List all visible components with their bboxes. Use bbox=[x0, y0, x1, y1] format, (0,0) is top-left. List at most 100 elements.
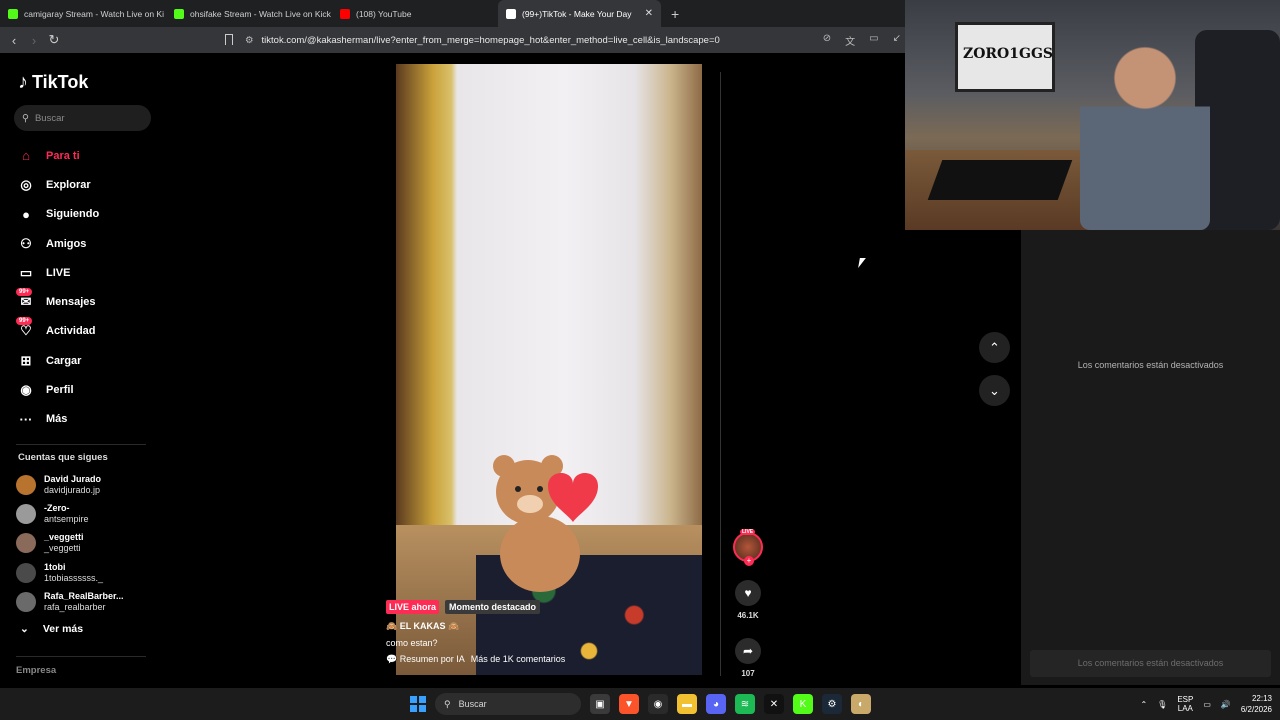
followed-account[interactable]: 1tobi 1tobiassssss._ bbox=[16, 558, 156, 587]
comments-disabled-message: Los comentarios están desactivados bbox=[1077, 360, 1224, 370]
notification-badge: 99+ bbox=[16, 317, 33, 326]
taskbar-apps: ▣ ▼ ◉ ▬ ◕ ≋ ✕ K ⚙ ◐ bbox=[590, 694, 871, 714]
nav-item-live[interactable]: ▭ LIVE bbox=[16, 258, 156, 287]
app-icon[interactable]: ◐ bbox=[851, 694, 871, 714]
brave-icon[interactable]: ▼ bbox=[619, 694, 639, 714]
nav-item-explorar[interactable]: ◎ Explorar bbox=[16, 170, 156, 199]
bookmark-icon[interactable] bbox=[225, 34, 233, 45]
clock[interactable]: 22:13 6/2/2026 bbox=[1241, 693, 1272, 715]
eye-off-icon[interactable]: ⊘ bbox=[823, 33, 831, 48]
highlight-badge[interactable]: Momento destacado bbox=[445, 600, 541, 614]
live-now-badge[interactable]: LIVE ahora bbox=[386, 600, 440, 614]
cast-icon[interactable]: ▭ bbox=[869, 33, 878, 48]
discord-icon[interactable]: ◕ bbox=[706, 694, 726, 714]
microphone-icon[interactable]: 🎙 bbox=[1157, 700, 1167, 709]
nav-label: Actividad bbox=[46, 325, 96, 338]
nav-item-para-ti[interactable]: ⌂ Para ti bbox=[16, 141, 156, 170]
kick-icon[interactable]: K bbox=[793, 694, 813, 714]
live-tag: LIVE bbox=[740, 529, 756, 535]
avatar bbox=[16, 474, 36, 495]
account-text: -Zero-antsempire bbox=[44, 503, 89, 525]
messages-icon: ✉ 99+ bbox=[16, 288, 36, 312]
streamer-avatar[interactable]: LIVE + bbox=[733, 529, 763, 566]
nav-item-siguiendo[interactable]: ● Siguiendo bbox=[16, 200, 156, 229]
reload-icon[interactable]: ↻ bbox=[44, 32, 64, 48]
video-scrollbar[interactable] bbox=[720, 72, 721, 676]
browser-tab[interactable]: ohsifake Stream - Watch Live on Kick bbox=[166, 0, 332, 27]
chevron-up-icon[interactable]: ⌃ bbox=[1140, 700, 1147, 709]
tab-favicon-icon bbox=[506, 8, 516, 19]
lang-top: ESP bbox=[1177, 695, 1194, 704]
ai-summary[interactable]: 💬 Resumen por IA Más de 1K comentarios bbox=[386, 654, 716, 665]
account-name: David Jurado bbox=[44, 473, 102, 484]
address-bar[interactable]: ⚙ tiktok.com/@kakasherman/live?enter_fro… bbox=[245, 31, 905, 49]
nav-label: Amigos bbox=[46, 237, 87, 250]
home-icon: ⌂ bbox=[22, 148, 30, 164]
tab-title: camigaray Stream - Watch Live on Ki bbox=[24, 8, 164, 19]
back-icon[interactable]: ‹ bbox=[4, 33, 24, 48]
browser-tab[interactable]: camigaray Stream - Watch Live on Ki bbox=[0, 0, 166, 27]
followed-account[interactable]: David Jurado davidjurado.jp bbox=[16, 470, 156, 499]
previous-video-button[interactable]: ⌃ bbox=[979, 332, 1010, 363]
tiktok-note-icon: ♪ bbox=[18, 71, 28, 93]
share-button[interactable]: ➦ bbox=[735, 638, 761, 664]
nav-item-perfil[interactable]: ◉ Perfil bbox=[16, 375, 156, 404]
nav-item-mensajes[interactable]: ✉ 99+ Mensajes bbox=[16, 287, 156, 316]
chevron-down-icon: ⌄ bbox=[20, 623, 29, 635]
nav-label: Siguiendo bbox=[46, 208, 100, 221]
comment-input[interactable]: Los comentarios están desactivados bbox=[1030, 650, 1271, 677]
streamer-name[interactable]: 🙈 EL KAKAS 🙈 bbox=[386, 621, 716, 632]
minimize-icon[interactable]: ↙ bbox=[893, 33, 901, 48]
account-username: 1tobiassssss._ bbox=[44, 572, 104, 583]
followed-account[interactable]: -Zero-antsempire bbox=[16, 499, 156, 528]
company-link[interactable]: Empresa bbox=[16, 665, 56, 676]
nav-item-más[interactable]: ··· Más bbox=[16, 405, 156, 434]
windows-start-icon[interactable] bbox=[410, 696, 426, 712]
new-tab-icon[interactable]: + bbox=[661, 6, 689, 22]
taskbar-search[interactable]: ⚲ Buscar bbox=[435, 693, 581, 715]
summary-label: 💬 Resumen por IA bbox=[386, 654, 465, 664]
next-video-button[interactable]: ⌄ bbox=[979, 375, 1010, 406]
bear-heart-sticker bbox=[493, 455, 598, 592]
divider bbox=[16, 444, 146, 445]
explorer-icon[interactable]: ▬ bbox=[677, 694, 697, 714]
followed-account[interactable]: Rafa_RealBarber... rafa_realbarber bbox=[16, 587, 156, 616]
live-caption: LIVE ahora Momento destacado 🙈 EL KAKAS … bbox=[386, 600, 716, 665]
volume-icon[interactable]: 🔊 bbox=[1221, 700, 1231, 709]
friends-icon: ⚇ bbox=[20, 235, 32, 251]
search-icon: ⚲ bbox=[444, 698, 451, 709]
search-input[interactable]: ⚲ Buscar bbox=[14, 105, 151, 131]
browser-toolbar: ‹ › ↻ ⚙ tiktok.com/@kakasherman/live?ent… bbox=[0, 27, 905, 53]
close-icon[interactable]: ✕ bbox=[645, 8, 653, 19]
avatar bbox=[16, 503, 36, 524]
network-icon[interactable]: ▭ bbox=[1203, 700, 1211, 709]
steam-icon[interactable]: ⚙ bbox=[822, 694, 842, 714]
browser-tab[interactable]: (99+)TikTok - Make Your Day ✕ bbox=[498, 0, 661, 27]
account-username: rafa_realbarber bbox=[44, 601, 106, 612]
search-placeholder: Buscar bbox=[34, 112, 65, 124]
account-text: David Jurado davidjurado.jp bbox=[44, 474, 101, 496]
nav-item-amigos[interactable]: ⚇ Amigos bbox=[16, 229, 156, 258]
see-more-button[interactable]: ⌄ Ver más bbox=[20, 623, 83, 635]
nav-item-actividad[interactable]: ♡ 99+ Actividad bbox=[16, 317, 156, 346]
followed-account[interactable]: _veggetti _veggetti bbox=[16, 529, 156, 558]
like-button[interactable]: ♥ bbox=[735, 580, 761, 606]
browser-tab[interactable]: (108) YouTube bbox=[332, 0, 498, 27]
mouse-cursor bbox=[858, 258, 866, 268]
nav-item-cargar[interactable]: ⊞ Cargar bbox=[16, 346, 156, 375]
forward-icon[interactable]: › bbox=[24, 33, 44, 48]
task-view-icon[interactable]: ▣ bbox=[590, 694, 610, 714]
translate-icon[interactable]: 文 bbox=[845, 33, 855, 48]
chevron-up-icon: ⌃ bbox=[989, 339, 1000, 355]
share-count: 107 bbox=[741, 669, 755, 678]
site-info-icon[interactable]: ⚙ bbox=[245, 35, 254, 46]
language-indicator[interactable]: ESP LAA bbox=[1177, 695, 1193, 713]
spotify-icon[interactable]: ≋ bbox=[735, 694, 755, 714]
clock-time: 22:13 bbox=[1251, 694, 1272, 703]
chrome-icon[interactable]: ◉ bbox=[648, 694, 668, 714]
follow-plus-icon[interactable]: + bbox=[744, 556, 754, 566]
live-video[interactable] bbox=[396, 64, 702, 675]
upload-icon: ⊞ bbox=[20, 352, 32, 368]
tiktok-logo[interactable]: ♪ TikTok bbox=[18, 71, 88, 94]
capcut-icon[interactable]: ✕ bbox=[764, 694, 784, 714]
